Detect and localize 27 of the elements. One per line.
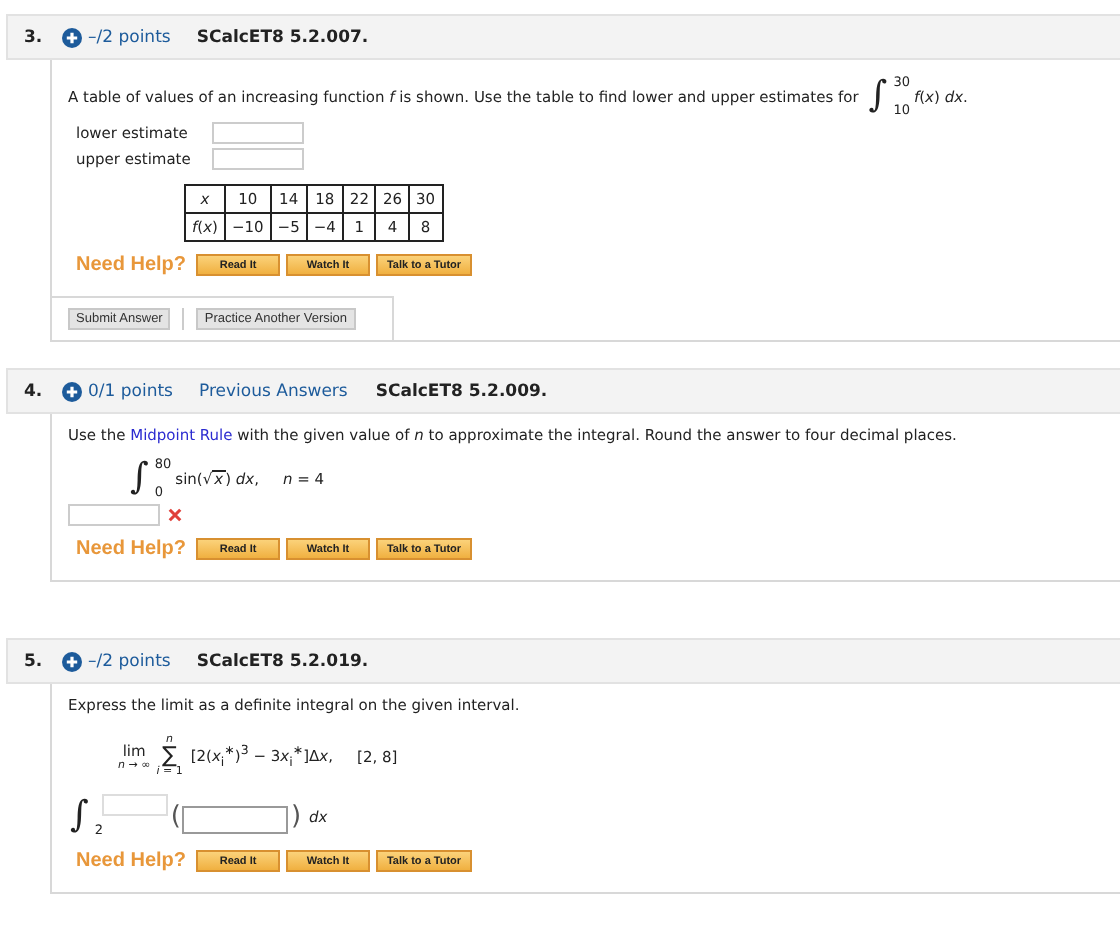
need-help-label: Need Help?	[76, 538, 187, 560]
plus-icon[interactable]	[62, 381, 82, 401]
points-label: –/2 points	[88, 27, 171, 47]
plus-icon[interactable]	[62, 27, 82, 47]
integral-sign: ∫	[68, 794, 91, 838]
integral-sign: ∫	[128, 456, 151, 500]
question-code: SCalcET8 5.2.019.	[196, 651, 369, 671]
need-help-label: Need Help?	[76, 850, 187, 872]
sigma-sign: ∑	[162, 746, 177, 766]
upper-limit-field[interactable]	[102, 794, 169, 816]
answer-field[interactable]	[212, 148, 304, 170]
need-help-label: Need Help?	[76, 254, 187, 276]
previous-answers-link[interactable]: Previous Answers	[199, 381, 348, 401]
question-number: 3.	[24, 27, 45, 47]
question-code: SCalcET8 5.2.007.	[196, 27, 369, 47]
answer-field[interactable]	[68, 504, 160, 526]
question-number: 5.	[24, 651, 45, 671]
points-label: –/2 points	[88, 651, 171, 671]
question-number: 4.	[24, 381, 45, 401]
parenthesis: (	[170, 801, 181, 831]
integral-sign: ∫	[866, 74, 890, 118]
question-code: SCalcET8 5.2.009.	[375, 381, 548, 401]
parenthesis: )	[290, 801, 302, 831]
points-label: 0/1 points	[88, 381, 173, 401]
integrand-field[interactable]	[182, 806, 289, 834]
plus-icon[interactable]	[62, 651, 82, 671]
answer-field[interactable]	[212, 122, 304, 144]
